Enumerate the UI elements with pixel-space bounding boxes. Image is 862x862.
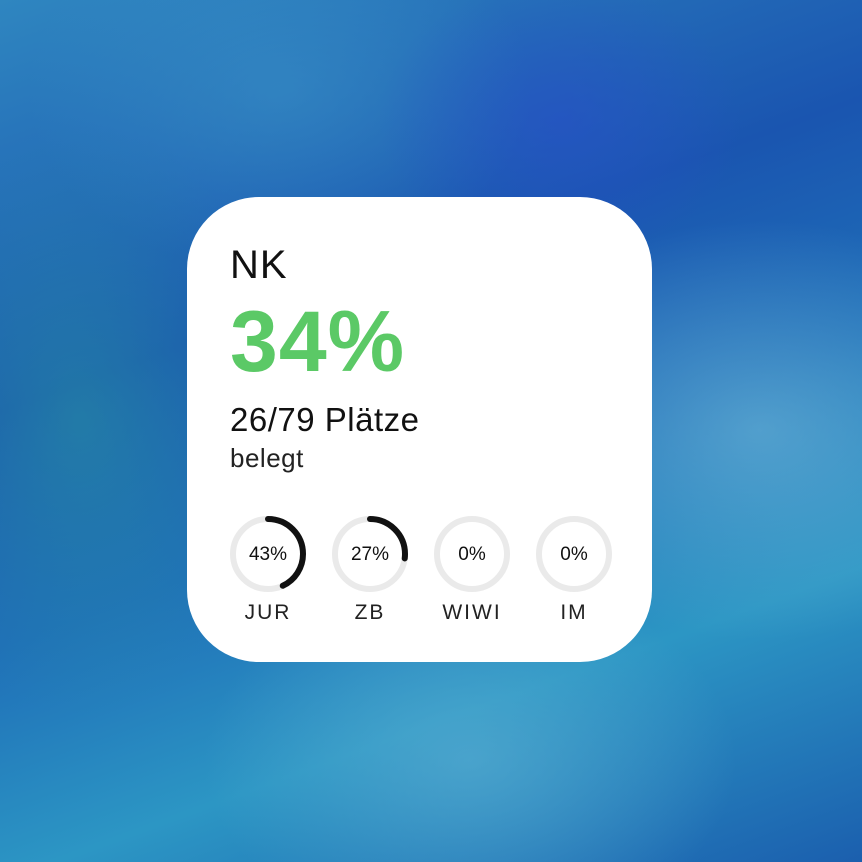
- ring-value: 0%: [560, 544, 588, 565]
- occupancy-widget[interactable]: NK 34% 26/79 Plätze belegt 43% JUR 27% Z…: [187, 197, 652, 662]
- section-label: WIWI: [442, 601, 502, 624]
- section-jur: 43% JUR: [227, 513, 309, 625]
- section-label: JUR: [244, 601, 292, 624]
- progress-ring: 27%: [332, 516, 408, 592]
- progress-ring: 0%: [536, 516, 612, 592]
- library-title: NK: [230, 243, 288, 287]
- occupancy-percent: 34%: [230, 294, 406, 390]
- progress-ring: 43%: [230, 516, 306, 592]
- section-label: ZB: [354, 601, 386, 624]
- section-zb: 27% ZB: [329, 513, 411, 625]
- occupancy-status: belegt: [230, 443, 304, 473]
- occupied-places: 26/79 Plätze: [230, 401, 420, 438]
- section-rings: 43% JUR 27% ZB 0% WIWI 0% IM: [227, 513, 617, 625]
- ring-value: 43%: [249, 544, 287, 565]
- ring-value: 0%: [458, 544, 486, 565]
- section-im: 0% IM: [533, 513, 615, 625]
- progress-ring: 0%: [434, 516, 510, 592]
- section-wiwi: 0% WIWI: [431, 513, 513, 625]
- ring-value: 27%: [351, 544, 389, 565]
- section-label: IM: [560, 601, 588, 624]
